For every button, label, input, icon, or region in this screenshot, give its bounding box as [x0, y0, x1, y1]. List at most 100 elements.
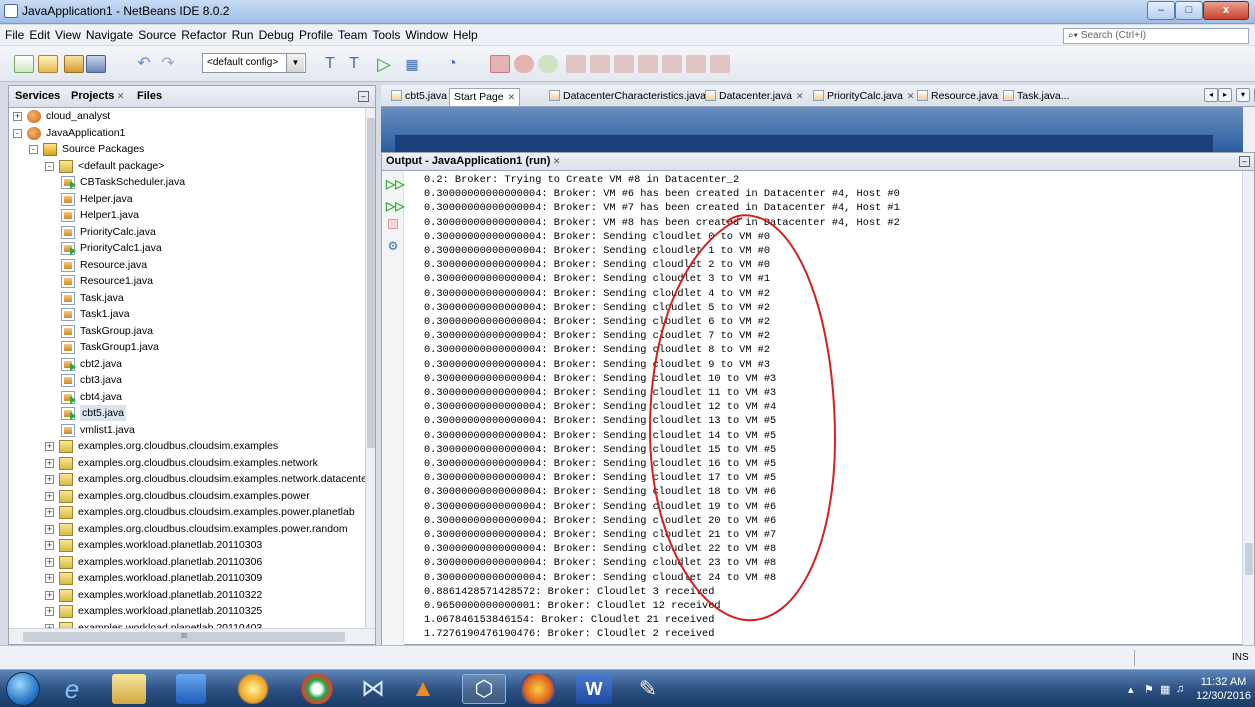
tree-item[interactable]: + examples.workload.planetlab.20110403 — [9, 620, 365, 628]
maximize-button[interactable]: □ — [1175, 1, 1203, 20]
tree-item[interactable]: Resource.java — [9, 257, 365, 274]
tree-item[interactable]: PriorityCalc.java — [9, 224, 365, 241]
editor-tab[interactable]: Task.java... — [999, 88, 1074, 106]
internet-explorer-icon[interactable]: e — [50, 674, 94, 704]
expand-icon[interactable]: + — [45, 524, 54, 534]
editor-tab[interactable]: DatacenterCharacteristics.java✕ — [545, 88, 722, 106]
collapse-icon[interactable]: - — [29, 145, 38, 154]
debug-icon[interactable]: ▦ — [402, 55, 422, 73]
menu-source[interactable]: Source — [135, 25, 178, 42]
output-title[interactable]: Output - JavaApplication1 (run) ✕ — [386, 155, 560, 167]
open-project-icon[interactable] — [64, 55, 84, 73]
netbeans-taskbar-icon[interactable]: ⬡ — [462, 674, 506, 704]
tree-item[interactable]: cbt5.java — [9, 405, 365, 422]
settings-icon[interactable]: ⚙ — [386, 239, 400, 253]
menu-edit[interactable]: Edit — [26, 25, 52, 42]
editor-tab[interactable]: PriorityCalc.java ✕ — [809, 88, 918, 106]
collapse-icon[interactable]: - — [13, 128, 22, 138]
tree-item[interactable]: + examples.org.cloudbus.cloudsim.examples… — [9, 521, 365, 538]
menu-profile[interactable]: Profile — [296, 25, 335, 42]
expand-icon[interactable]: + — [45, 541, 54, 550]
clean-build-icon[interactable]: T — [344, 55, 364, 73]
menu-tools[interactable]: Tools — [369, 25, 402, 42]
editor-tab[interactable]: Start Page ✕ — [449, 88, 521, 106]
tab-projects[interactable]: Projects ✕ — [71, 90, 124, 102]
menu-debug[interactable]: Debug — [256, 25, 296, 42]
close-tab-icon[interactable]: ✕ — [796, 91, 804, 101]
firefox-icon[interactable] — [518, 674, 558, 704]
continue-icon[interactable] — [538, 55, 558, 73]
minimize-output-icon[interactable]: – — [1239, 156, 1250, 167]
tree-item[interactable]: PriorityCalc1.java — [9, 240, 365, 257]
menu-view[interactable]: View — [52, 25, 83, 42]
tree-item[interactable]: + examples.workload.planetlab.20110309 — [9, 570, 365, 587]
run-icon[interactable]: ▷ — [374, 55, 394, 73]
menu-help[interactable]: Help — [450, 25, 480, 42]
expand-icon[interactable]: + — [45, 508, 54, 517]
tree-item[interactable]: + examples.workload.planetlab.20110325 — [9, 603, 365, 620]
collapse-icon[interactable]: - — [45, 161, 54, 171]
tree-item[interactable]: + examples.org.cloudbus.cloudsim.examples… — [9, 504, 365, 521]
tree-item[interactable]: + examples.org.cloudbus.cloudsim.examples — [9, 438, 365, 455]
step-into-icon[interactable] — [590, 55, 610, 73]
chevron-down-icon[interactable]: ▾ — [1236, 88, 1250, 102]
visual-studio-icon[interactable]: ⋈ — [356, 674, 390, 704]
expand-icon[interactable]: + — [45, 458, 54, 468]
tree-item[interactable]: + examples.workload.planetlab.20110306 — [9, 554, 365, 571]
network-icon[interactable]: ▦ — [1160, 683, 1170, 696]
tree-item[interactable]: + examples.workload.planetlab.20110322 — [9, 587, 365, 604]
word-icon[interactable]: W — [576, 674, 612, 704]
expand-icon[interactable]: + — [45, 557, 54, 567]
tree-item[interactable]: TaskGroup1.java — [9, 339, 365, 356]
editor-tab[interactable]: Datacenter.java ✕ — [701, 88, 808, 106]
close-tab-icon[interactable]: ✕ — [508, 92, 516, 102]
expand-icon[interactable]: + — [45, 475, 54, 484]
new-file-icon[interactable] — [14, 55, 34, 73]
chevron-down-icon[interactable]: ▼ — [286, 54, 304, 72]
minimize-button[interactable]: – — [1147, 1, 1175, 20]
file-explorer-icon[interactable] — [112, 674, 146, 704]
expand-icon[interactable]: + — [45, 442, 54, 451]
apply-code-changes-icon[interactable] — [662, 55, 682, 73]
show-hidden-icons[interactable]: ▴ — [1128, 683, 1134, 696]
fix-code-icon[interactable] — [710, 55, 730, 73]
redo-icon[interactable]: ↷ — [158, 55, 178, 73]
run-to-cursor-icon[interactable] — [638, 55, 658, 73]
scroll-thumb[interactable] — [1245, 543, 1253, 575]
editor-scrollbar[interactable] — [1243, 107, 1255, 152]
tree-item[interactable]: + examples.workload.planetlab.20110303 — [9, 537, 365, 554]
vlc-icon[interactable]: ▲ — [406, 674, 440, 704]
tree-item[interactable]: cbt4.java — [9, 389, 365, 406]
tree-item[interactable]: + cloud_analyst — [9, 108, 365, 125]
scroll-thumb[interactable]: III — [23, 632, 345, 642]
tree-item[interactable]: Task1.java — [9, 306, 365, 323]
tree-item[interactable]: Task.java — [9, 290, 365, 307]
vertical-scrollbar[interactable] — [1242, 171, 1254, 645]
take-snapshot-icon[interactable] — [686, 55, 706, 73]
paint-icon[interactable] — [236, 674, 270, 704]
tree-item[interactable]: + examples.org.cloudbus.cloudsim.examples… — [9, 471, 365, 488]
tree-item[interactable]: + examples.org.cloudbus.cloudsim.examples… — [9, 455, 365, 472]
stop-icon[interactable] — [490, 55, 510, 73]
profile-icon[interactable]: ◔ — [442, 55, 462, 73]
undo-icon[interactable]: ↶ — [134, 55, 154, 73]
rerun-with-params-icon[interactable]: ▷▷ — [386, 199, 404, 213]
menu-navigate[interactable]: Navigate — [83, 25, 135, 42]
tab-files[interactable]: Files — [137, 90, 162, 102]
rerun-icon[interactable]: ▷▷ — [386, 177, 404, 191]
chevron-right-icon[interactable]: ▸ — [1218, 88, 1232, 102]
tree-item[interactable]: CBTaskScheduler.java — [9, 174, 365, 191]
tree-item[interactable]: - <default package> — [9, 158, 365, 175]
menu-window[interactable]: Window — [402, 25, 450, 42]
scroll-thumb[interactable] — [367, 118, 375, 448]
build-hammer-icon[interactable]: T — [320, 55, 340, 73]
pause-icon[interactable] — [514, 55, 534, 73]
chevron-left-icon[interactable]: ◂ — [1204, 88, 1218, 102]
new-project-icon[interactable] — [38, 55, 58, 73]
close-button[interactable]: x — [1203, 1, 1249, 20]
expand-icon[interactable]: + — [45, 574, 54, 583]
expand-icon[interactable]: + — [45, 607, 54, 616]
expand-icon[interactable]: + — [13, 112, 22, 121]
step-over-icon[interactable] — [566, 55, 586, 73]
stop-icon[interactable] — [388, 219, 398, 229]
